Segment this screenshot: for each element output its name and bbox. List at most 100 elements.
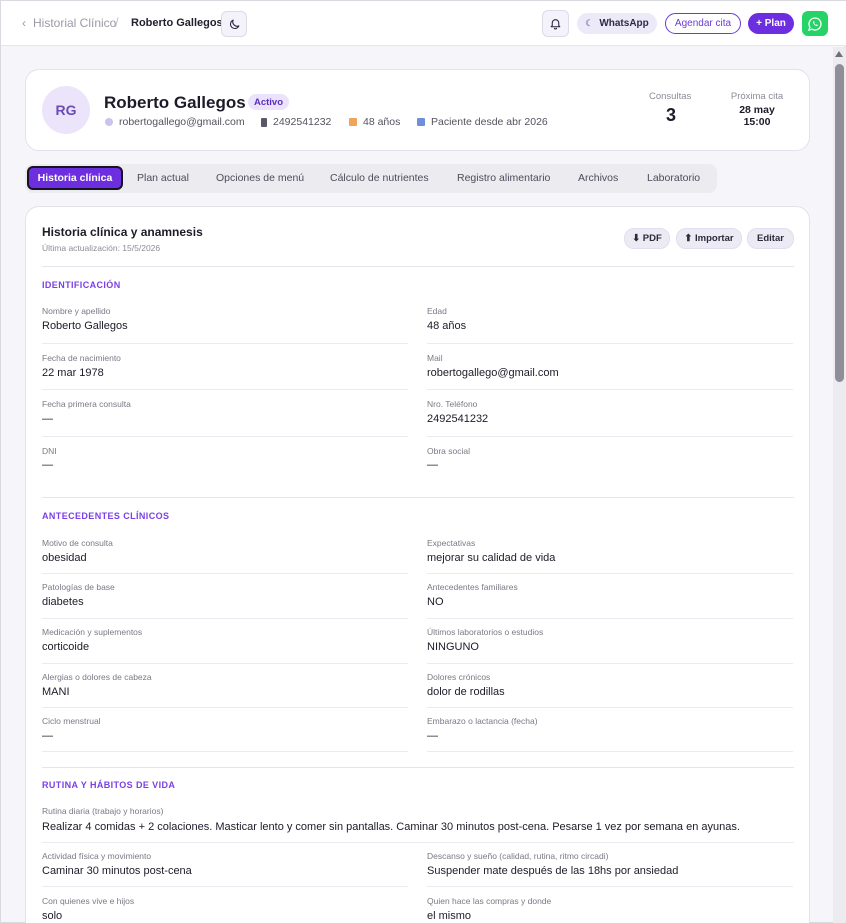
row-divider — [42, 343, 408, 344]
field-value: — — [42, 459, 53, 471]
patient-email-text: robertogallego@gmail.com — [119, 116, 245, 128]
field-value: MANI — [42, 686, 70, 698]
tab-calculo-nutrientes[interactable]: Cálculo de nutrientes — [330, 172, 429, 184]
tab-registro-alimentario[interactable]: Registro alimentario — [457, 172, 550, 184]
next-appointment-label: Próxima cita — [730, 91, 784, 102]
tab-opciones-menu[interactable]: Opciones de menú — [216, 172, 304, 184]
import-button[interactable]: ⬆ Importar — [676, 228, 742, 249]
rutina-title: RUTINA Y HÁBITOS DE VIDA — [42, 780, 176, 790]
field-value: NINGUNO — [427, 641, 479, 653]
field-value: solo — [42, 910, 63, 922]
row-divider — [427, 663, 793, 664]
whatsapp-icon — [808, 16, 822, 31]
next-appointment-time: 15:00 — [743, 116, 771, 128]
notifications-button[interactable] — [542, 10, 569, 37]
row-divider — [427, 389, 793, 390]
field-value: dolor de rodillas — [427, 686, 505, 698]
download-pdf-button[interactable]: ⬇ PDF — [624, 228, 670, 249]
row-divider — [42, 886, 408, 887]
breadcrumb-current: Roberto Gallegos — [131, 17, 223, 29]
field-value: 22 mar 1978 — [42, 367, 104, 379]
schedule-appointment-button[interactable]: Agendar cita — [665, 13, 741, 34]
field-value: Caminar 30 minutos post-cena — [42, 865, 192, 877]
avatar: RG — [42, 86, 90, 134]
field-value: corticoide — [42, 641, 90, 653]
row-divider — [42, 389, 408, 390]
field-value: NO — [427, 596, 444, 608]
field-label: Nombre y apellido — [42, 306, 111, 316]
field-value: mejorar su calidad de vida — [427, 552, 556, 564]
breadcrumb-separator: / — [115, 15, 119, 30]
breadcrumb-back-link[interactable]: ‹ Historial Clínico — [22, 16, 116, 30]
field-label: Fecha de nacimiento — [42, 353, 121, 363]
patient-since: Paciente desde abr 2026 — [417, 116, 548, 128]
field-label: Actividad física y movimiento — [42, 851, 152, 861]
field-value: — — [42, 730, 53, 742]
status-badge: Activo — [248, 94, 289, 110]
row-divider — [427, 573, 793, 574]
field-label: DNI — [42, 446, 57, 456]
field-label: Quien hace las compras y donde — [427, 896, 552, 906]
field-label: Patologías de base — [42, 582, 115, 592]
field-label: Ciclo menstrual — [42, 716, 101, 726]
field-label: Fecha primera consulta — [42, 399, 131, 409]
row-divider — [427, 886, 793, 887]
field-label: Descanso y sueño (calidad, rutina, ritmo… — [427, 851, 609, 861]
breadcrumb-back-label: Historial Clínico — [33, 16, 117, 30]
last-updated: Última actualización: 15/5/2026 — [42, 243, 161, 253]
patient-phone-text: 2492541232 — [273, 116, 332, 128]
whatsapp-pill-button[interactable]: ☾ WhatsApp — [577, 13, 657, 34]
calendar-icon — [417, 118, 425, 126]
field-label: Edad — [427, 306, 447, 316]
row-divider — [427, 436, 793, 437]
patient-email: robertogallego@gmail.com — [105, 116, 245, 128]
moon-small-icon: ☾ — [585, 18, 594, 28]
field-value: — — [427, 730, 438, 742]
page-scrollbar[interactable] — [833, 47, 846, 923]
add-plan-button[interactable]: + Plan — [748, 13, 794, 34]
row-divider — [42, 707, 408, 708]
identificacion-title: IDENTIFICACIÓN — [42, 280, 121, 290]
section-title: Historia clínica y anamnesis — [42, 225, 203, 239]
chevron-left-icon: ‹ — [22, 16, 26, 30]
field-value: 48 años — [427, 320, 467, 332]
moon-icon — [229, 19, 239, 29]
patient-tabs: Historia clínica Plan actual Opciones de… — [25, 164, 717, 193]
patient-header-card: RG Roberto Gallegos Activo robertogalleg… — [25, 69, 810, 151]
row-divider — [42, 573, 408, 574]
row-divider — [42, 618, 408, 619]
tab-archivos[interactable]: Archivos — [578, 172, 618, 184]
clinical-history-card: Historia clínica y anamnesis Última actu… — [25, 206, 810, 923]
field-label: Con quienes vive e hijos — [42, 896, 135, 906]
field-value: robertogallego@gmail.com — [427, 367, 559, 379]
field-value: diabetes — [42, 596, 84, 608]
patient-age-text: 48 años — [363, 116, 401, 128]
field-label: Últimos laboratorios o estudios — [427, 627, 544, 637]
edit-button[interactable]: Editar — [747, 228, 794, 249]
field-label: Dolores crónicos — [427, 672, 491, 682]
field-label: Mail — [427, 353, 443, 363]
row-divider — [42, 436, 408, 437]
field-label: Embarazo o lactancia (fecha) — [427, 716, 538, 726]
field-label: Medicación y suplementos — [42, 627, 143, 637]
row-divider — [427, 343, 793, 344]
tab-plan-actual[interactable]: Plan actual — [137, 172, 189, 184]
field-value: — — [427, 459, 438, 471]
whatsapp-pill-label: WhatsApp — [599, 18, 649, 29]
mail-icon — [105, 118, 113, 126]
next-appointment-date: 28 may — [739, 104, 775, 116]
theme-toggle-button[interactable] — [221, 11, 247, 37]
row-divider — [42, 842, 794, 843]
scroll-up-arrow-icon[interactable] — [835, 51, 843, 57]
scrollbar-thumb[interactable] — [835, 64, 844, 382]
tab-historia-clinica[interactable]: Historia clínica — [27, 166, 123, 190]
phone-icon — [261, 117, 267, 127]
divider — [42, 266, 794, 267]
whatsapp-button[interactable] — [802, 11, 828, 36]
row-divider — [42, 663, 408, 664]
antecedentes-title: ANTECEDENTES CLÍNICOS — [42, 511, 170, 521]
field-value: Roberto Gallegos — [42, 320, 128, 332]
field-label: Obra social — [427, 446, 470, 456]
tab-laboratorio[interactable]: Laboratorio — [647, 172, 700, 184]
field-value: Suspender mate después de las 18hs por a… — [427, 865, 679, 877]
